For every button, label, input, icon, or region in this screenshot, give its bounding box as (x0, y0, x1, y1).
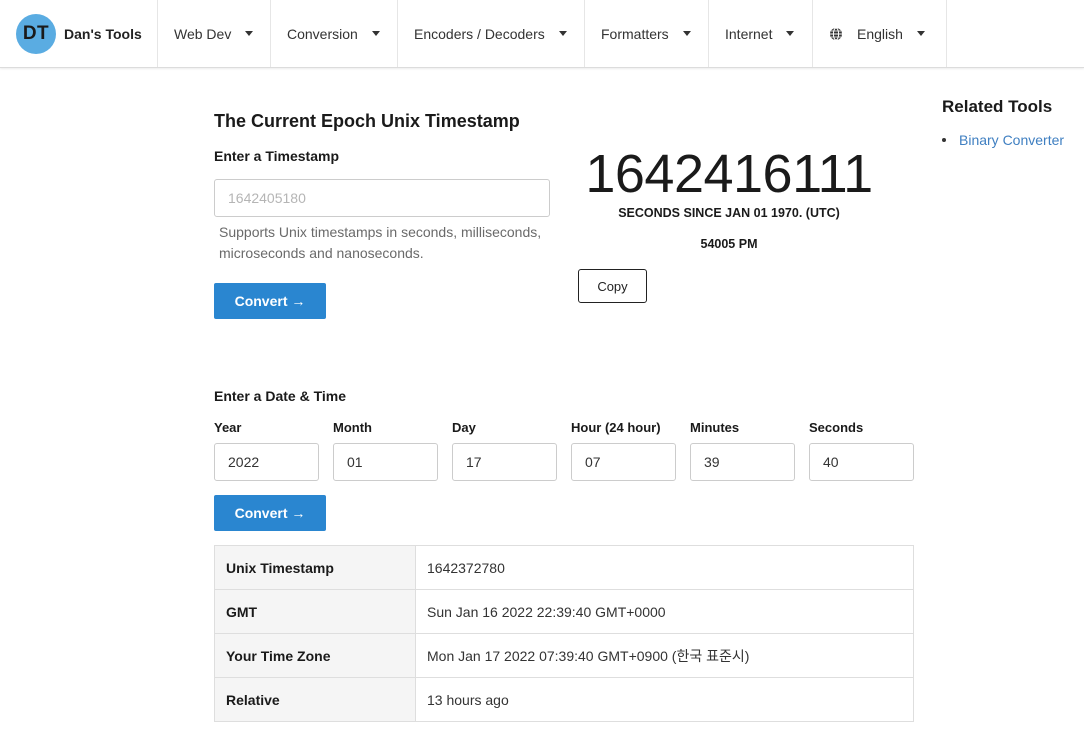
related-tools-list: Binary Converter (942, 132, 1064, 148)
table-row: Your Time Zone Mon Jan 17 2022 07:39:40 … (214, 633, 914, 678)
brand-name: Dan's Tools (64, 25, 142, 42)
related-tools-title: Related Tools (942, 97, 1053, 116)
seconds-label: Seconds (809, 420, 864, 435)
brand-logo: DT (16, 13, 56, 54)
day-input[interactable] (452, 443, 557, 481)
related-tool-link-binary-converter[interactable]: Binary Converter (959, 132, 1064, 148)
results-table: Unix Timestamp 1642372780 GMT Sun Jan 16… (214, 545, 914, 722)
chevron-down-icon (916, 31, 925, 36)
nav-item-label: Web Dev (174, 25, 232, 42)
table-row: Unix Timestamp 1642372780 (214, 545, 914, 590)
nav-item-encoders-decoders[interactable]: Encoders / Decoders (398, 0, 585, 67)
result-value: Sun Jan 16 2022 22:39:40 GMT+0000 (415, 589, 914, 634)
bullet-icon (942, 138, 946, 142)
year-label: Year (214, 420, 242, 435)
timestamp-input[interactable] (214, 179, 550, 217)
chevron-down-icon (682, 31, 691, 36)
language-selector[interactable]: English (813, 0, 947, 67)
result-key: GMT (214, 589, 416, 634)
hour-label: Hour (24 hour) (571, 420, 661, 435)
timestamp-caption: SECONDS SINCE JAN 01 1970. (UTC) (618, 206, 840, 220)
result-value: 13 hours ago (415, 677, 914, 722)
chevron-down-icon (786, 31, 795, 36)
day-label: Day (452, 420, 476, 435)
chevron-down-icon (245, 31, 254, 36)
related-tool-item: Binary Converter (942, 132, 1064, 148)
year-input[interactable] (214, 443, 319, 481)
hour-input[interactable] (571, 443, 676, 481)
nav-item-internet[interactable]: Internet (709, 0, 813, 67)
language-label: English (857, 25, 903, 42)
result-value: Mon Jan 17 2022 07:39:40 GMT+0900 (한국 표준… (415, 633, 914, 678)
nav-item-label: Encoders / Decoders (414, 25, 545, 42)
table-row: Relative 13 hours ago (214, 677, 914, 722)
current-time: 54005 PM (700, 237, 758, 251)
convert-timestamp-button[interactable]: Convert → (214, 283, 326, 319)
minutes-label: Minutes (690, 420, 740, 435)
table-row: GMT Sun Jan 16 2022 22:39:40 GMT+0000 (214, 589, 914, 634)
minutes-input[interactable] (690, 443, 795, 481)
month-input[interactable] (333, 443, 438, 481)
current-timestamp: 1642416111 (585, 144, 873, 204)
result-value: 1642372780 (427, 559, 505, 576)
seconds-input[interactable] (809, 443, 914, 481)
copy-button[interactable]: Copy (578, 269, 647, 303)
month-label: Month (333, 420, 372, 435)
result-key: Your Time Zone (214, 633, 416, 678)
datetime-section-label: Enter a Date & Time (214, 388, 347, 404)
chevron-down-icon (558, 31, 567, 36)
nav-item-label: Conversion (287, 25, 358, 42)
result-key: Unix Timestamp (214, 545, 416, 590)
nav-item-label: Internet (725, 25, 773, 42)
convert-datetime-button[interactable]: Convert → (214, 495, 326, 531)
timestamp-input-label: Enter a Timestamp (214, 148, 340, 164)
result-key: Relative (214, 677, 416, 722)
chevron-down-icon (371, 31, 380, 36)
timestamp-helper-text: Supports Unix timestamps in seconds, mil… (219, 224, 542, 261)
nav-item-formatters[interactable]: Formatters (585, 0, 709, 67)
brand-home-link[interactable]: DT Dan's Tools (0, 0, 158, 67)
nav-item-web-dev[interactable]: Web Dev (158, 0, 271, 67)
nav-item-label: Formatters (601, 25, 669, 42)
top-navbar: DT Dan's Tools Web Dev Conversion Encode… (0, 0, 1084, 68)
globe-icon (829, 27, 843, 41)
page-title: The Current Epoch Unix Timestamp (214, 111, 520, 131)
nav-item-conversion[interactable]: Conversion (271, 0, 398, 67)
